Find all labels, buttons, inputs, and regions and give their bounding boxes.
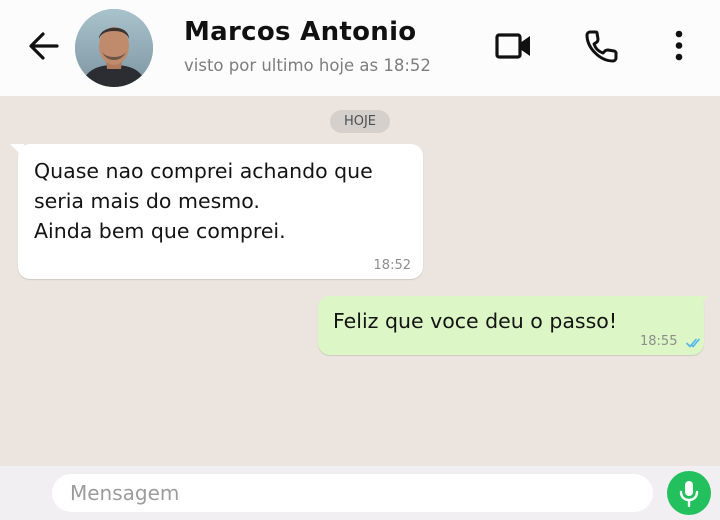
video-camera-icon: [495, 33, 530, 59]
more-options-button[interactable]: [657, 24, 701, 68]
arrow-left-icon: [29, 32, 59, 60]
composer-bar: [0, 466, 720, 520]
contact-name[interactable]: Marcos Antonio: [184, 17, 416, 47]
outgoing-message[interactable]: Feliz que voce deu o passo! 18:55: [318, 296, 704, 355]
contact-avatar[interactable]: [75, 9, 153, 87]
message-text: Quase nao comprei achando que seria mais…: [34, 159, 373, 243]
double-check-read-icon: [686, 338, 700, 348]
more-vertical-icon: [675, 30, 683, 61]
avatar-photo: [75, 9, 153, 87]
date-divider: HOJE: [330, 110, 390, 133]
video-call-button[interactable]: [492, 24, 536, 68]
message-time: 18:55: [640, 334, 678, 349]
message-time: 18:52: [373, 258, 411, 273]
phone-icon: [585, 30, 618, 63]
last-seen-status: visto por ultimo hoje as 18:52: [184, 56, 431, 75]
chat-header: Marcos Antonio visto por ultimo hoje as …: [0, 0, 720, 96]
voice-call-button[interactable]: [580, 24, 624, 68]
microphone-icon: [679, 481, 699, 508]
microphone-button[interactable]: [667, 471, 711, 515]
chat-area[interactable]: HOJE Quase nao comprei achando que seria…: [0, 96, 720, 466]
back-button[interactable]: [24, 26, 64, 66]
message-input[interactable]: [52, 474, 653, 512]
incoming-message[interactable]: Quase nao comprei achando que seria mais…: [18, 144, 423, 279]
message-text: Feliz que voce deu o passo!: [333, 309, 618, 333]
